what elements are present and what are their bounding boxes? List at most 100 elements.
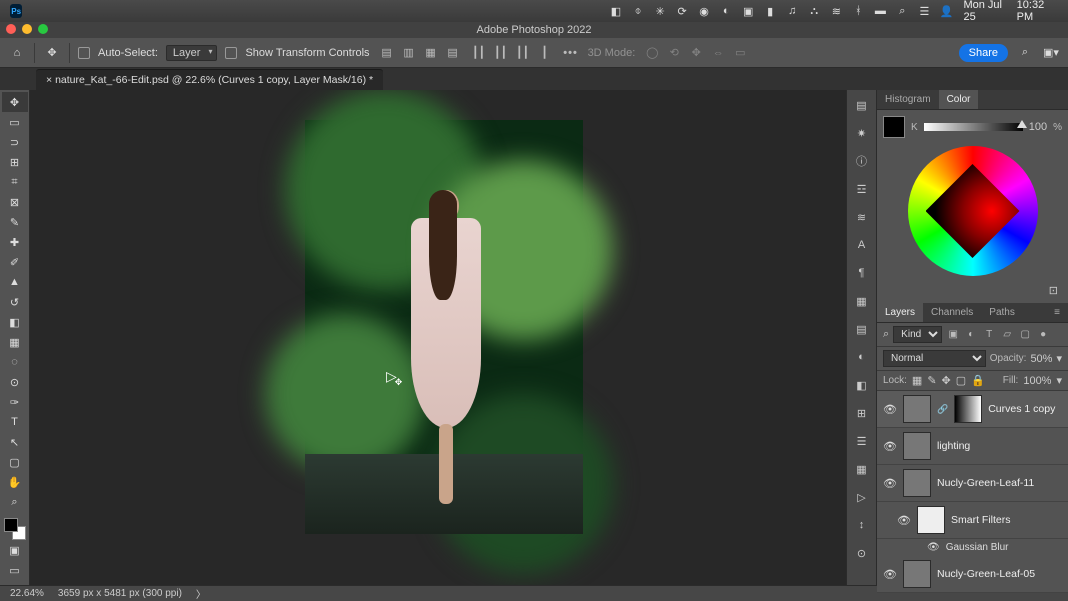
chevron-down-icon[interactable]: ▾ [1056, 352, 1062, 365]
align-left-icon[interactable]: ▤ [378, 44, 396, 62]
panel-menu-icon[interactable]: ≡ [1046, 303, 1068, 322]
distribute-icon[interactable]: ┃ [536, 44, 554, 62]
stamp-tool[interactable]: ▲ [2, 272, 28, 292]
filter-smart-icon[interactable]: ▢ [1018, 329, 1032, 340]
eye-icon[interactable]: 👁 [927, 542, 940, 553]
strip-icon[interactable]: ◧ [853, 376, 871, 394]
tab-channels[interactable]: Channels [923, 303, 981, 322]
filter-shape-icon[interactable]: ▱ [1000, 329, 1014, 340]
status-icon[interactable]: ⌽ [631, 3, 645, 19]
link-icon[interactable]: 🔗 [937, 404, 948, 415]
opacity-value[interactable]: 50% [1030, 353, 1052, 365]
share-button[interactable]: Share [959, 44, 1008, 62]
dodge-tool[interactable]: ⊙ [2, 372, 28, 392]
layer-thumbnail[interactable] [903, 395, 931, 423]
layer-name[interactable]: Nucly-Green-Leaf-11 [937, 477, 1034, 489]
document-canvas[interactable] [305, 120, 583, 534]
distribute-icon[interactable]: ┃┃ [514, 44, 532, 62]
quickmask-tool[interactable]: ▣ [2, 540, 28, 560]
strip-icon[interactable]: ▤ [853, 96, 871, 114]
show-transform-checkbox[interactable] [225, 47, 237, 59]
foreground-swatch[interactable] [883, 116, 905, 138]
pen-tool[interactable]: ✑ [2, 392, 28, 412]
strip-icon[interactable]: ☲ [853, 180, 871, 198]
layer-row[interactable]: 👁 Nucly-Green-Leaf-05 [877, 556, 1068, 593]
control-center-icon[interactable]: ☰ [917, 3, 931, 19]
lock-artb-icon[interactable]: ▢ [956, 374, 966, 387]
strip-icon[interactable]: ▦ [853, 292, 871, 310]
distribute-icon[interactable]: ┃┃ [492, 44, 510, 62]
auto-select-checkbox[interactable] [78, 47, 90, 59]
layer-thumbnail[interactable] [903, 432, 931, 460]
lock-all-icon[interactable]: 🔒 [971, 374, 985, 387]
filter-type-icon[interactable]: T [982, 329, 996, 340]
menubar-time[interactable]: 10:32 PM [1011, 0, 1058, 23]
strip-icon[interactable]: ⊞ [853, 404, 871, 422]
zoom-value[interactable]: 22.64% [10, 588, 44, 599]
screenmode-tool[interactable]: ▭ [2, 560, 28, 580]
eye-icon[interactable]: 👁 [883, 403, 897, 416]
layer-row[interactable]: 👁🔗Curves 1 copy [877, 391, 1068, 428]
status-icon[interactable]: ⟳ [675, 3, 689, 19]
layer-name[interactable]: Nucly-Green-Leaf-05 [937, 568, 1035, 580]
mask-thumbnail[interactable] [954, 395, 982, 423]
eye-icon[interactable]: 👁 [883, 477, 897, 490]
align-right-icon[interactable]: ▦ [422, 44, 440, 62]
status-icon[interactable]: ◐ [719, 3, 733, 19]
status-icon[interactable]: ▣ [741, 3, 755, 19]
eye-icon[interactable]: 👁 [897, 514, 911, 527]
strip-icon[interactable]: ↕ [853, 516, 871, 534]
align-center-icon[interactable]: ▥ [400, 44, 418, 62]
filter-pixel-icon[interactable]: ▣ [946, 329, 960, 340]
strip-icon[interactable]: A [853, 236, 871, 254]
status-icon[interactable]: ◉ [697, 3, 711, 19]
filter-icon[interactable]: ⌕ [883, 328, 889, 341]
brush-tool[interactable]: ✐ [2, 252, 28, 272]
blend-mode-select[interactable]: Normal [883, 350, 986, 367]
history-brush-tool[interactable]: ↺ [2, 292, 28, 312]
window-close[interactable] [6, 24, 16, 34]
workspace-icon[interactable]: ▣▾ [1042, 44, 1060, 62]
doc-dimensions[interactable]: 3659 px x 5481 px (300 ppi) [58, 588, 182, 599]
user-icon[interactable]: 👤 [939, 3, 953, 19]
fill-value[interactable]: 100% [1023, 375, 1051, 387]
lock-paint-icon[interactable]: ✎ [927, 374, 936, 387]
status-arrow-icon[interactable]: 〉 [196, 586, 206, 601]
frame-tool[interactable]: ⊠ [2, 192, 28, 212]
tab-paths[interactable]: Paths [981, 303, 1023, 322]
strip-icon[interactable]: ▤ [853, 320, 871, 338]
expand-icon[interactable]: ⊡ [1049, 285, 1058, 297]
filter-kind-select[interactable]: Kind [893, 326, 942, 343]
menubar-date[interactable]: Mon Jul 25 [957, 0, 1010, 23]
strip-icon[interactable]: ¶ [853, 264, 871, 282]
eraser-tool[interactable]: ◧ [2, 312, 28, 332]
color-wheel[interactable] [908, 146, 1038, 276]
battery-icon[interactable]: ▬ [873, 3, 887, 19]
layer-effect[interactable]: 👁Gaussian Blur [877, 539, 1068, 556]
tab-layers[interactable]: Layers [877, 303, 923, 322]
k-slider[interactable] [924, 123, 1023, 131]
eye-icon[interactable]: 👁 [883, 568, 897, 581]
tab-color[interactable]: Color [939, 90, 979, 109]
home-icon[interactable]: ⌂ [8, 44, 26, 62]
layer-thumbnail[interactable] [903, 560, 931, 588]
blur-tool[interactable]: ◌ [2, 352, 28, 372]
healing-tool[interactable]: ✚ [2, 232, 28, 252]
layer-name[interactable]: Smart Filters [951, 514, 1011, 526]
chevron-down-icon[interactable]: ▾ [1056, 374, 1062, 387]
filter-toggle[interactable]: ● [1036, 329, 1050, 340]
wifi-icon[interactable]: ≋ [829, 3, 843, 19]
selection-tool[interactable]: ⊞ [2, 152, 28, 172]
align-top-icon[interactable]: ▤ [444, 44, 462, 62]
filter-thumbnail[interactable] [917, 506, 945, 534]
gradient-tool[interactable]: ▦ [2, 332, 28, 352]
window-zoom[interactable] [38, 24, 48, 34]
status-icon[interactable]: ◧ [609, 3, 623, 19]
crop-tool[interactable]: ⌗ [2, 172, 28, 192]
lock-trans-icon[interactable]: ▦ [912, 374, 922, 387]
lasso-tool[interactable]: ⊃ [2, 132, 28, 152]
more-options-icon[interactable]: ••• [562, 44, 580, 62]
shape-tool[interactable]: ▢ [2, 452, 28, 472]
layer-row[interactable]: 👁 Smart Filters [877, 502, 1068, 539]
canvas-area[interactable]: ▷✥ [30, 90, 846, 585]
